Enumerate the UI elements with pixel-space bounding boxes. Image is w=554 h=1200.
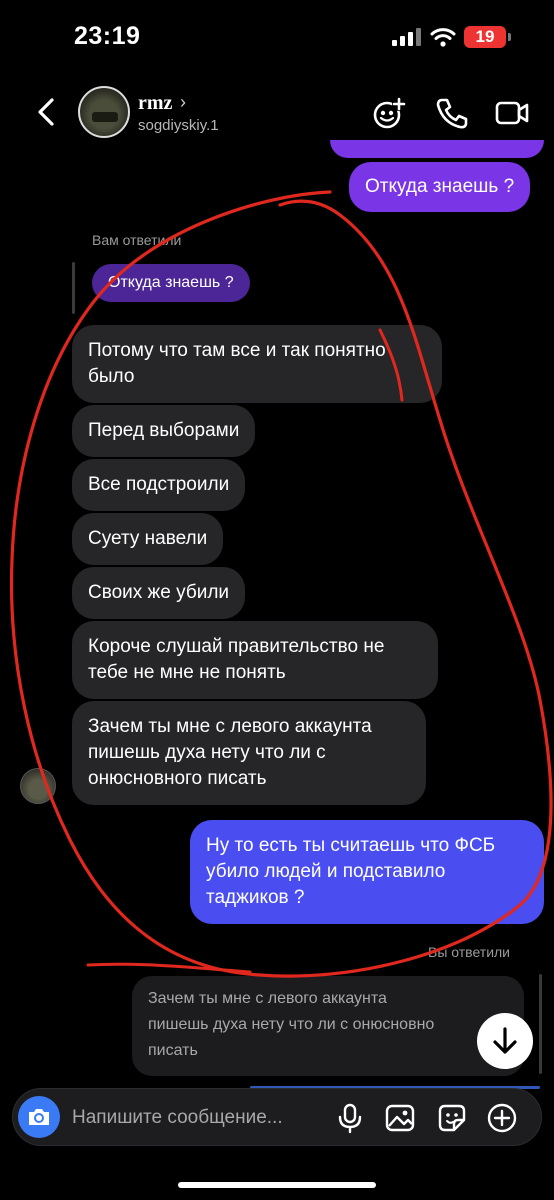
previous-message-bubble bbox=[330, 140, 544, 158]
reply-bar bbox=[72, 262, 75, 314]
status-time: 23:19 bbox=[74, 22, 141, 50]
video-icon[interactable] bbox=[494, 96, 530, 130]
quote-line: Зачем ты мне с левого аккаунта bbox=[148, 990, 387, 1007]
camera-icon bbox=[29, 1109, 49, 1125]
sticker-icon[interactable] bbox=[436, 1102, 468, 1134]
cellular-signal-icon bbox=[392, 28, 422, 46]
incoming-message[interactable]: Перед выборами bbox=[72, 405, 256, 457]
message-line: онюсновного писать bbox=[88, 768, 267, 789]
message-input[interactable] bbox=[72, 1104, 322, 1132]
chevron-left-icon[interactable] bbox=[34, 96, 60, 128]
home-indicator bbox=[178, 1182, 376, 1188]
incoming-message[interactable]: Своих же убили bbox=[72, 567, 246, 619]
contact-avatar[interactable] bbox=[78, 86, 130, 138]
quoted-message[interactable]: Откуда знаешь ? bbox=[92, 264, 250, 302]
message-line: было bbox=[88, 366, 135, 387]
add-people-icon[interactable] bbox=[372, 96, 408, 130]
reply-label: Вы ответили bbox=[428, 944, 511, 960]
message-line: Зачем ты мне с левого аккаунта bbox=[88, 716, 372, 737]
plus-icon[interactable] bbox=[486, 1102, 518, 1134]
chevron-right-icon[interactable]: › bbox=[180, 92, 186, 113]
quote-line: писать bbox=[148, 1042, 198, 1059]
scroll-to-bottom-button[interactable] bbox=[477, 1013, 533, 1069]
outgoing-message[interactable]: Ну то есть ты считаешь что ФСБ убило люд… bbox=[190, 820, 544, 924]
arrow-down-icon bbox=[493, 1027, 517, 1054]
battery-cap bbox=[508, 33, 511, 41]
message-line: убило людей и подставило bbox=[206, 861, 446, 882]
wifi-icon bbox=[430, 28, 456, 47]
gallery-icon[interactable] bbox=[384, 1102, 416, 1134]
microphone-icon[interactable] bbox=[334, 1102, 366, 1134]
message-line: пишешь духа нету что ли с bbox=[88, 742, 326, 763]
quoted-message[interactable]: Зачем ты мне с левого аккаунта пишешь ду… bbox=[132, 976, 524, 1076]
incoming-message[interactable]: Все подстроили bbox=[72, 459, 246, 511]
outgoing-message[interactable]: Откуда знаешь ? bbox=[349, 162, 531, 212]
quote-line: пишешь духа нету что ли с онюсновно bbox=[148, 1016, 435, 1033]
contact-username[interactable]: sogdiyskiy.1 bbox=[138, 117, 219, 134]
contact-name[interactable]: rmz bbox=[138, 92, 172, 115]
incoming-message[interactable]: Зачем ты мне с левого аккаунта пишешь ду… bbox=[72, 701, 426, 805]
sender-avatar[interactable] bbox=[20, 768, 56, 804]
phone-icon[interactable] bbox=[434, 96, 470, 130]
reply-label: Вам ответили bbox=[92, 232, 182, 248]
message-line: таджиков ? bbox=[206, 887, 305, 908]
message-line: Потому что там все и так понятно bbox=[88, 340, 386, 361]
message-line: тебе не мне не понять bbox=[88, 662, 286, 683]
camera-button[interactable] bbox=[18, 1096, 60, 1138]
incoming-message[interactable]: Короче слушай правительство не тебе не м… bbox=[72, 621, 438, 699]
incoming-message[interactable]: Суету навели bbox=[72, 513, 224, 565]
message-line: Короче слушай правительство не bbox=[88, 636, 385, 657]
message-line: Ну то есть ты считаешь что ФСБ bbox=[206, 835, 496, 856]
battery-level: 19 bbox=[475, 27, 495, 46]
incoming-message[interactable]: Потому что там все и так понятно было bbox=[72, 325, 442, 403]
reply-bar bbox=[539, 974, 542, 1074]
battery-indicator: 19 bbox=[464, 26, 506, 48]
